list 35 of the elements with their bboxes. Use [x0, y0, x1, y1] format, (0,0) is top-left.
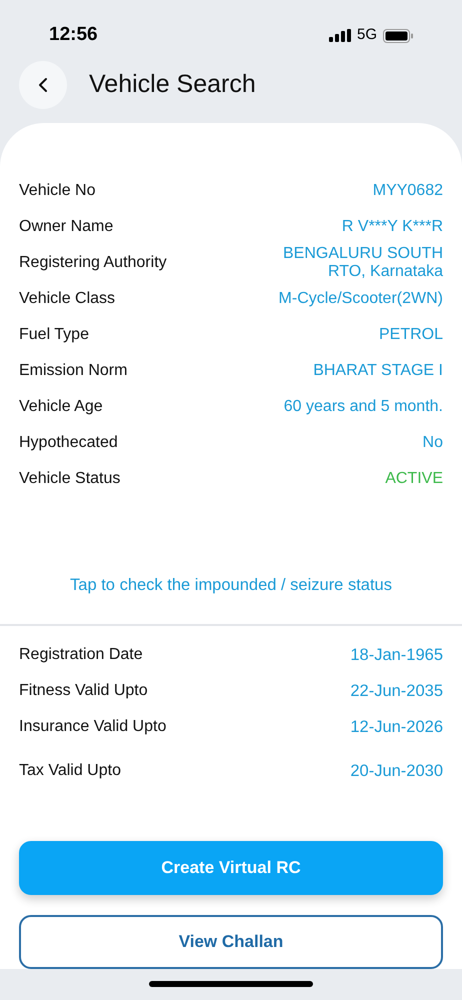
- detail-value: R V***Y K***R: [342, 218, 443, 236]
- create-rc-button[interactable]: Create Virtual RC: [19, 840, 443, 895]
- date-value: 22-Jun-2035: [350, 680, 443, 702]
- network-label: 5G: [356, 25, 377, 46]
- date-label: Registration Date: [19, 644, 143, 665]
- detail-label: Owner Name: [19, 217, 114, 238]
- detail-label: Vehicle Class: [19, 289, 116, 310]
- page-title: Vehicle Search: [89, 69, 256, 100]
- date-value: 18-Jan-1965: [350, 644, 443, 666]
- date-label: Tax Valid Upto: [19, 760, 121, 781]
- date-label: Insurance Valid Upto: [19, 716, 166, 737]
- seizure-status-link[interactable]: Tap to check the impounded / seizure status: [70, 573, 392, 598]
- detail-value: No: [422, 434, 443, 452]
- detail-value: BENGALURU SOUTH RTO, Karnataka: [282, 245, 443, 282]
- detail-value: BHARAT STAGE I: [313, 362, 443, 380]
- date-value: 12-Jun-2026: [350, 716, 443, 738]
- back-icon: [38, 77, 48, 94]
- detail-label: Hypothecated: [19, 433, 118, 454]
- battery-icon: [383, 28, 413, 43]
- detail-value: PETROL: [378, 326, 443, 344]
- detail-label: Vehicle Status: [19, 469, 120, 490]
- view-challan-button[interactable]: View Challan: [19, 914, 443, 969]
- detail-label: Emission Norm: [19, 361, 128, 382]
- detail-label: Registering Authority: [19, 253, 167, 274]
- signal-icon: [328, 29, 351, 42]
- detail-value: M-Cycle/Scooter(2WN): [278, 290, 443, 308]
- detail-value: ACTIVE: [385, 470, 443, 488]
- detail-value: 60 years and 5 month.: [284, 398, 443, 416]
- status-time: 12:56: [49, 23, 98, 48]
- detail-label: Vehicle Age: [19, 397, 103, 418]
- detail-label: Vehicle No: [19, 181, 96, 202]
- detail-label: Fuel Type: [19, 325, 89, 346]
- date-value: 20-Jun-2030: [350, 760, 443, 782]
- detail-value: MYY0682: [372, 182, 443, 200]
- date-label: Fitness Valid Upto: [19, 680, 148, 701]
